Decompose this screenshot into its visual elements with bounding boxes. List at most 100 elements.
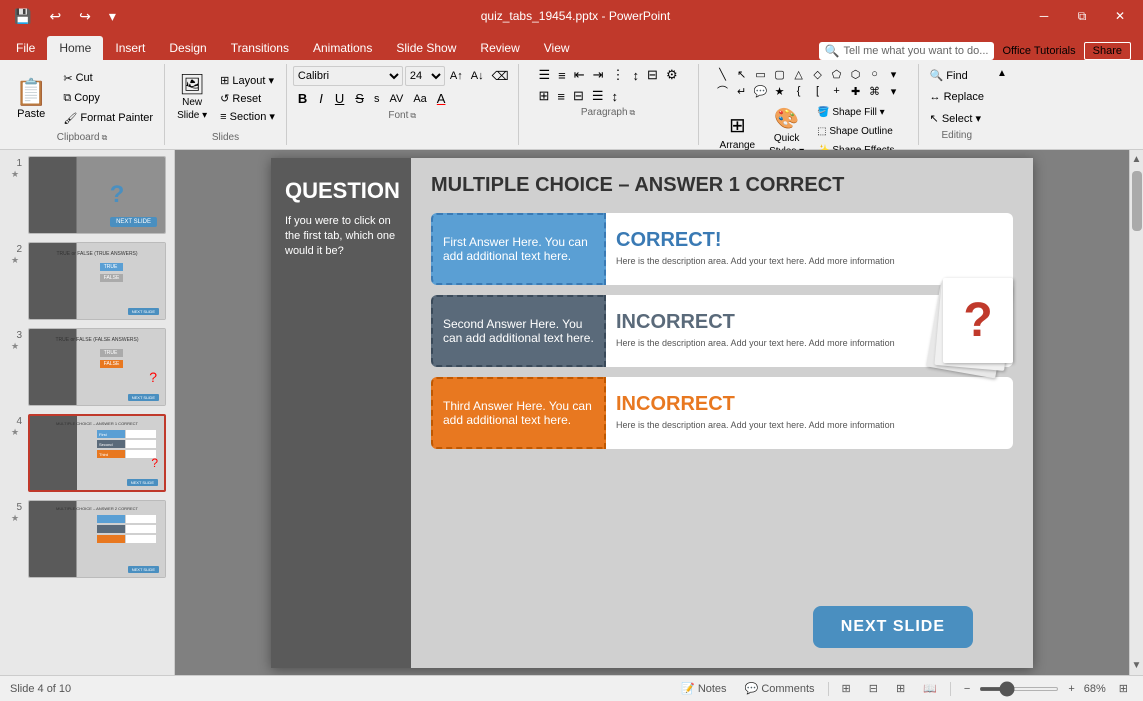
close-button[interactable]: ✕ [1105, 5, 1135, 27]
shape-rect[interactable]: ▭ [752, 66, 770, 82]
section-button[interactable]: ≡ Section ▾ [215, 108, 280, 125]
tab-insert[interactable]: Insert [103, 36, 157, 60]
tab-slideshow[interactable]: Slide Show [384, 36, 468, 60]
outline-view-button[interactable]: ⊟ [864, 679, 883, 698]
font-name-select[interactable]: Calibri [293, 66, 403, 86]
shape-bracket[interactable]: [ [809, 83, 827, 99]
vertical-scrollbar[interactable]: ▲ ▼ [1129, 150, 1143, 675]
italic-button[interactable]: I [314, 89, 328, 108]
decrease-indent-button[interactable]: ⇤ [571, 66, 588, 84]
copy-button[interactable]: ⧉Copy [58, 89, 158, 108]
bold-button[interactable]: B [293, 89, 312, 108]
clear-format-button[interactable]: ⌫ [489, 68, 512, 84]
slide-thumb-1[interactable]: 1 ★ ? NEXT SLIDE [4, 154, 170, 236]
shape-curve[interactable]: ⌒ [714, 83, 732, 99]
align-text-button[interactable]: ⊟ [644, 66, 661, 84]
line-spacing-button[interactable]: ↕ [609, 88, 622, 105]
font-color-button[interactable]: A [433, 90, 450, 107]
reading-view-button[interactable]: 📖 [918, 679, 942, 698]
select-button[interactable]: ↖ Select ▾ [925, 109, 989, 128]
slide-thumb-5[interactable]: 5 ★ MULTIPLE CHOICE – ANSWER 2 CORRECT N… [4, 498, 170, 580]
layout-button[interactable]: ⊞ Layout ▾ [215, 72, 280, 89]
shape-star[interactable]: ★ [771, 83, 789, 99]
char-spacing-button[interactable]: AV [385, 92, 407, 106]
paste-button[interactable]: 📋 Paste [6, 72, 56, 125]
change-case-button[interactable]: Aa [409, 92, 430, 106]
bullets-button[interactable]: ☰ [535, 66, 553, 84]
paragraph-launcher[interactable]: ⧉ [630, 108, 636, 118]
align-right-button[interactable]: ⊟ [570, 87, 587, 105]
font-launcher[interactable]: ⧉ [410, 111, 416, 121]
tab-file[interactable]: File [4, 36, 47, 60]
save-quickaccess[interactable]: 💾 [8, 6, 37, 27]
text-columns-button[interactable]: ⋮ [609, 66, 628, 84]
strikethrough-button[interactable]: S [351, 90, 368, 107]
tab-design[interactable]: Design [157, 36, 218, 60]
tab-review[interactable]: Review [468, 36, 531, 60]
comments-button[interactable]: 💬 Comments [740, 679, 820, 698]
shape-diamond[interactable]: ◇ [809, 66, 827, 82]
share-button[interactable]: Share [1084, 42, 1131, 60]
scroll-down-arrow[interactable]: ▼ [1130, 658, 1143, 673]
align-left-button[interactable]: ⊞ [535, 87, 552, 105]
slide-thumb-3[interactable]: 3 ★ TRUE or FALSE (FALSE ANSWERS) TRUE F… [4, 326, 170, 408]
cut-button[interactable]: ✂Cut [58, 69, 158, 88]
numbering-button[interactable]: ≡ [555, 67, 569, 84]
slide-thumb-4[interactable]: 4 ★ MULTIPLE CHOICE – ANSWER 1 CORRECT F… [4, 412, 170, 494]
ribbon-collapse-button[interactable]: ▲ [995, 64, 1009, 145]
answer-row-1[interactable]: First Answer Here. You can add additiona… [431, 213, 1013, 285]
shape-cross[interactable]: ✚ [847, 83, 865, 99]
text-direction-button[interactable]: ↕ [630, 67, 643, 84]
find-button[interactable]: 🔍 Find [925, 66, 989, 85]
shape-tri[interactable]: △ [790, 66, 808, 82]
shape-plus[interactable]: + [828, 83, 846, 99]
new-slide-button[interactable]: 🖼 New Slide ▾ [171, 71, 213, 125]
notes-button[interactable]: 📝 Notes [676, 679, 732, 698]
shape-fill-button[interactable]: 🪣 Shape Fill ▾ [812, 104, 899, 121]
zoom-slider[interactable] [979, 687, 1059, 691]
tab-home[interactable]: Home [47, 36, 103, 60]
tab-transitions[interactable]: Transitions [219, 36, 301, 60]
slide-sorter-button[interactable]: ⊞ [891, 679, 910, 698]
undo-quickaccess[interactable]: ↩ [43, 6, 67, 27]
shape-misc[interactable]: ⌘ [866, 83, 884, 99]
scroll-up-arrow[interactable]: ▲ [1130, 152, 1143, 167]
textshadow-button[interactable]: s [370, 92, 384, 106]
shape-line[interactable]: ╲ [714, 66, 732, 82]
scroll-thumb[interactable] [1132, 171, 1142, 231]
shape-pent[interactable]: ⬠ [828, 66, 846, 82]
shape-hex[interactable]: ⬡ [847, 66, 865, 82]
shapes-more2[interactable]: ▾ [885, 83, 903, 99]
decrease-font-button[interactable]: A↓ [468, 69, 487, 83]
shapes-more[interactable]: ▾ [885, 66, 903, 82]
shape-brace[interactable]: { [790, 83, 808, 99]
tell-me-input[interactable]: 🔍 Tell me what you want to do... [819, 42, 995, 60]
smartart-button[interactable]: ⚙ [663, 66, 681, 84]
justify-button[interactable]: ☰ [589, 87, 607, 105]
replace-button[interactable]: ↔ Replace [925, 88, 989, 106]
increase-font-button[interactable]: A↑ [447, 69, 466, 83]
underline-button[interactable]: U [330, 89, 349, 108]
arrange-button[interactable]: ⊞ Arrange [714, 109, 762, 155]
zoom-out-button[interactable]: − [959, 680, 975, 698]
minimize-button[interactable]: ─ [1029, 5, 1059, 27]
next-slide-button[interactable]: NEXT SLIDE [813, 606, 973, 648]
zoom-in-button[interactable]: + [1063, 680, 1079, 698]
restore-button[interactable]: ⧉ [1067, 5, 1097, 27]
shape-oval[interactable]: ○ [866, 66, 884, 82]
align-center-button[interactable]: ≡ [554, 88, 568, 105]
shape-callout[interactable]: 💬 [752, 83, 770, 99]
shape-rrect[interactable]: ▢ [771, 66, 789, 82]
shape-outline-button[interactable]: ⬚ Shape Outline [812, 123, 899, 140]
slide-thumb-2[interactable]: 2 ★ TRUE or FALSE (TRUE ANSWERS) TRUE FA… [4, 240, 170, 322]
fit-slide-button[interactable]: ⊞ [1114, 679, 1133, 698]
tab-view[interactable]: View [532, 36, 582, 60]
customize-quickaccess[interactable]: ▾ [103, 6, 122, 27]
font-size-select[interactable]: 24 [405, 66, 445, 86]
increase-indent-button[interactable]: ⇥ [590, 66, 607, 84]
shape-arrow[interactable]: ↖ [733, 66, 751, 82]
normal-view-button[interactable]: ⊞ [837, 679, 856, 698]
clipboard-launcher[interactable]: ⧉ [102, 133, 108, 143]
redo-quickaccess[interactable]: ↪ [73, 6, 97, 27]
reset-button[interactable]: ↺ Reset [215, 90, 280, 107]
